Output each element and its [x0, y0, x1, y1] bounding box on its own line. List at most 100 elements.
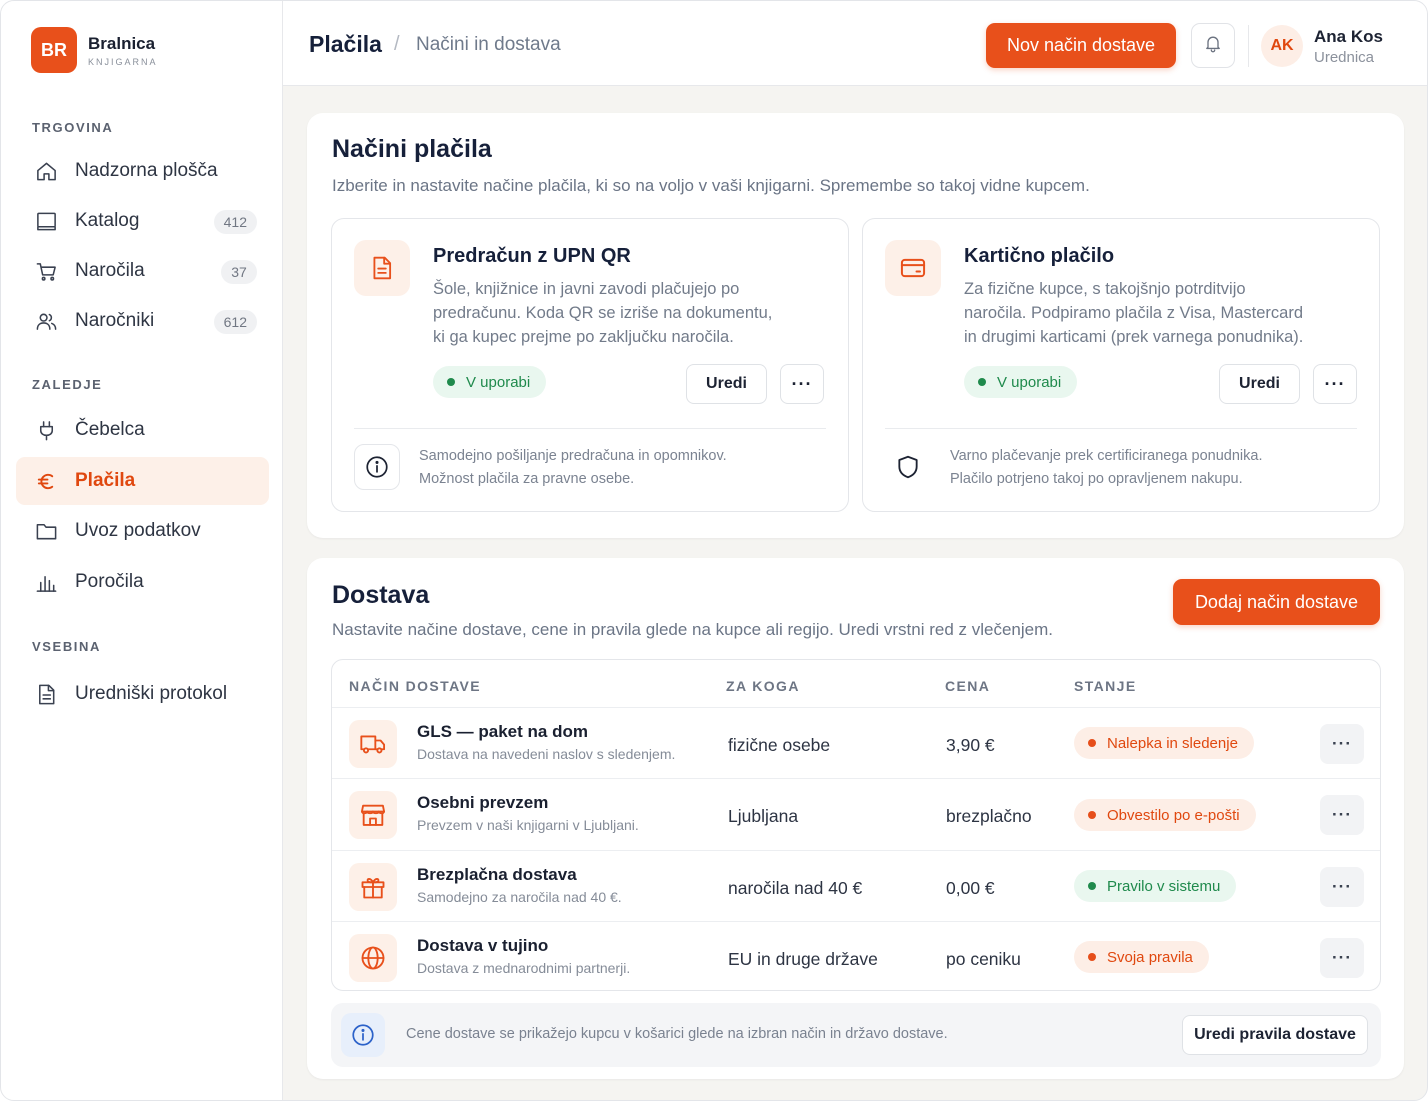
more-options-button[interactable]: ··· — [780, 364, 824, 404]
table-row[interactable]: GLS — paket na dom Dostava na navedeni n… — [332, 707, 1380, 779]
breadcrumb-current: Načini in dostava — [416, 34, 561, 55]
divider — [354, 428, 826, 429]
row-more-button[interactable]: ··· — [1320, 795, 1364, 835]
payment-method-note: Varno plačevanje prek certificiranega po… — [950, 448, 1263, 487]
section-description: Izberite in nastavite načine plačila, ki… — [332, 176, 1090, 195]
count-badge: 612 — [213, 310, 257, 334]
payment-method-card: Kartično plačilo Za fizične kupce, s tak… — [862, 218, 1380, 512]
globe-icon — [349, 934, 397, 982]
chart-icon — [34, 570, 58, 594]
sidebar-item-label: Naročniki — [75, 310, 155, 331]
payment-methods-card: Načini plačila Izberite in nastavite nač… — [307, 113, 1404, 538]
shipping-price: 3,90 € — [946, 735, 995, 755]
notifications-button[interactable] — [1191, 23, 1235, 68]
section-description: Nastavite načine dostave, cene in pravil… — [332, 620, 1053, 639]
sidebar-item-label: Naročila — [75, 260, 145, 281]
sidebar-item-catalog[interactable]: Katalog 412 — [16, 197, 269, 245]
sidebar-item-reports[interactable]: Poročila — [16, 558, 269, 606]
shipping-method-description: Dostava z mednarodnimi partnerji. — [417, 960, 631, 976]
sidebar-item-orders[interactable]: Naročila 37 — [16, 247, 269, 295]
sidebar-item-subscribers[interactable]: Naročniki 612 — [16, 297, 269, 345]
payment-method-title: Predračun z UPN QR — [433, 245, 631, 267]
row-more-button[interactable]: ··· — [1320, 938, 1364, 978]
sidebar-item-import[interactable]: Uvoz podatkov — [16, 507, 269, 555]
table-row[interactable]: Osebni prevzem Prevzem v naši knjigarni … — [332, 778, 1380, 850]
shipping-price: po ceniku — [946, 949, 1021, 969]
divider — [885, 428, 1357, 429]
table-row[interactable]: Brezplačna dostava Samodejno za naročila… — [332, 850, 1380, 922]
shipping-method-name: Dostava v tujino — [417, 936, 549, 955]
column-header[interactable]: CENA — [945, 678, 990, 694]
column-header[interactable]: NAČIN DOSTAVE — [349, 678, 481, 694]
shipping-card: Dostava Nastavite načine dostave, cene i… — [307, 558, 1404, 1079]
more-options-button[interactable]: ··· — [1313, 364, 1357, 404]
payment-method-title: Kartično plačilo — [964, 245, 1115, 267]
sidebar-item-cebelca[interactable]: Čebelca — [16, 406, 269, 454]
shipping-price: 0,00 € — [946, 878, 995, 898]
folder-icon — [34, 519, 58, 543]
sidebar-item-label: Uvoz podatkov — [75, 520, 201, 541]
status-badge: Obvestilo po e-pošti — [1074, 799, 1256, 831]
count-badge: 37 — [221, 260, 257, 284]
users-icon — [34, 309, 58, 333]
document-icon — [34, 682, 58, 706]
status-badge: Svoja pravila — [1074, 941, 1209, 973]
cart-icon — [34, 259, 58, 283]
shipping-method-description: Prevzem v naši knjigarni v Ljubljani. — [417, 817, 639, 833]
shipping-info-text: Cene dostave se prikažejo kupcu v košari… — [406, 1026, 948, 1042]
credit-card-icon — [885, 240, 941, 296]
row-more-button[interactable]: ··· — [1320, 724, 1364, 764]
sidebar-item-label: Uredniški protokol — [75, 683, 228, 704]
nav-section-vsebina: VSEBINA — [32, 639, 101, 654]
sidebar-item-label: Plačila — [75, 470, 136, 491]
payment-method-note: Samodejno pošiljanje predračuna in opomn… — [419, 448, 727, 487]
shipping-audience: fizične osebe — [728, 735, 831, 755]
invoice-icon — [354, 240, 410, 296]
sidebar: BR Bralnica KNJIGARNA TRGOVINA Nadzorna … — [1, 1, 283, 1100]
shipping-method-description: Dostava na navedeni naslov s sledenjem. — [417, 746, 676, 762]
edit-shipping-rules-button[interactable]: Uredi pravila dostave — [1182, 1015, 1368, 1055]
avatar[interactable]: AK — [1261, 25, 1303, 67]
bell-icon — [1203, 33, 1223, 58]
top-bar: Plačila / Načini in dostava Nov način do… — [283, 1, 1427, 86]
shipping-method-name: Brezplačna dostava — [417, 865, 577, 884]
euro-icon — [34, 469, 58, 493]
sidebar-item-dashboard[interactable]: Nadzorna plošča — [16, 147, 269, 195]
app-window: BR Bralnica KNJIGARNA TRGOVINA Nadzorna … — [0, 0, 1428, 1101]
truck-icon — [349, 720, 397, 768]
brand-name: Bralnica — [88, 33, 156, 53]
table-row[interactable]: Dostava v tujino Dostava z mednarodnimi … — [332, 921, 1380, 991]
column-header[interactable]: ZA KOGA — [726, 678, 800, 694]
page-title[interactable]: Plačila — [309, 31, 382, 58]
plug-icon — [34, 418, 58, 442]
sidebar-item-label: Nadzorna plošča — [75, 160, 218, 181]
edit-button[interactable]: Uredi — [686, 364, 767, 404]
user-role: Urednica — [1314, 49, 1375, 66]
sidebar-item-label: Poročila — [75, 571, 144, 592]
column-header[interactable]: STANJE — [1074, 678, 1137, 694]
sidebar-item-label: Katalog — [75, 210, 140, 231]
edit-button[interactable]: Uredi — [1219, 364, 1300, 404]
user-name[interactable]: Ana Kos — [1314, 27, 1383, 47]
new-shipping-method-button[interactable]: Nov način dostave — [986, 23, 1176, 68]
sidebar-item-payments[interactable]: Plačila — [16, 457, 269, 505]
info-icon — [354, 444, 400, 490]
brand[interactable]: BR Bralnica KNJIGARNA — [31, 27, 158, 73]
store-icon — [349, 791, 397, 839]
book-icon — [34, 209, 58, 233]
gift-icon — [349, 863, 397, 911]
add-shipping-method-button[interactable]: Dodaj način dostave — [1173, 579, 1380, 625]
section-title: Načini plačila — [332, 135, 492, 163]
status-badge: Nalepka in sledenje — [1074, 727, 1254, 759]
breadcrumb-separator: / — [394, 33, 400, 55]
shipping-audience: naročila nad 40 € — [728, 878, 863, 898]
sidebar-item-label: Čebelca — [75, 419, 145, 440]
row-more-button[interactable]: ··· — [1320, 867, 1364, 907]
shipping-method-name: GLS — paket na dom — [417, 722, 588, 741]
nav-section-trgovina: TRGOVINA — [32, 120, 114, 135]
sidebar-item-editorial-protocol[interactable]: Uredniški protokol — [16, 670, 269, 718]
payment-method-card: Predračun z UPN QR Šole, knjižnice in ja… — [331, 218, 849, 512]
section-title: Dostava — [332, 581, 430, 609]
shipping-table: NAČIN DOSTAVE ZA KOGA CENA STANJE GLS — … — [331, 659, 1381, 991]
brand-logo: BR — [31, 27, 77, 73]
